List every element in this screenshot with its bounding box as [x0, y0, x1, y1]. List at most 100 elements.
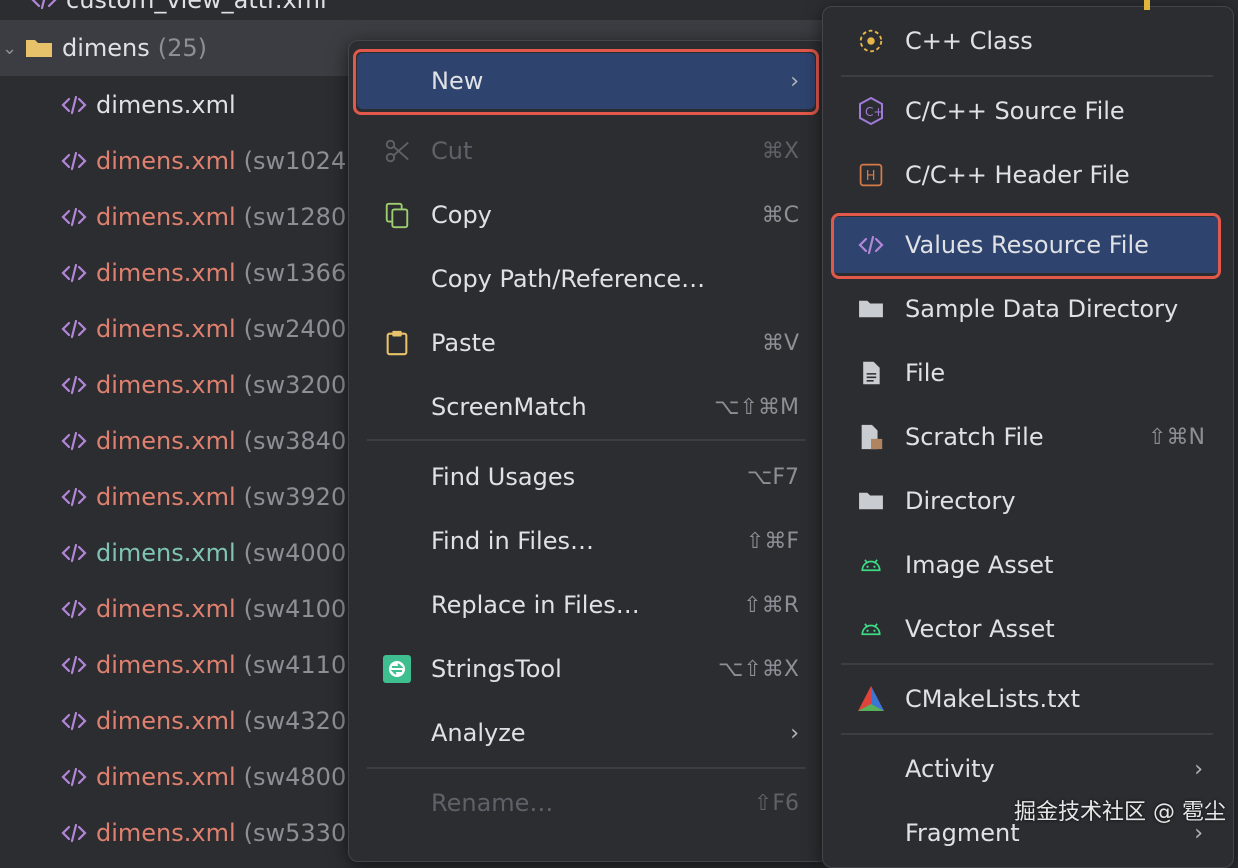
tree-file-row[interactable]: dimens.xml: [60, 77, 244, 133]
file-name: dimens.xml: [96, 539, 236, 567]
file-name: dimens.xml: [96, 315, 236, 343]
xml-file-icon: [60, 597, 88, 621]
submenu-item-activity[interactable]: Activity ›: [831, 741, 1221, 797]
menu-item-stringstool[interactable]: StringsTool ⌥⇧⌘X: [357, 641, 815, 697]
file-qualifier: (sw2400: [243, 315, 347, 343]
menu-item-find-in-files[interactable]: Find in Files… ⇧⌘F: [357, 513, 815, 569]
file-qualifier: (sw1024: [243, 147, 347, 175]
submenu-item-label: CMakeLists.txt: [905, 685, 1081, 713]
menu-separator: [367, 767, 805, 769]
folder-count: (25): [157, 34, 208, 62]
menu-item-label: Analyze: [431, 719, 526, 747]
submenu-item-c-c-header-file[interactable]: H C/C++ Header File: [831, 147, 1221, 203]
submenu-item-label: C/C++ Header File: [905, 161, 1130, 189]
menu-item-shortcut: ⌥⇧⌘M: [714, 394, 799, 420]
menu-item-label: Replace in Files…: [431, 591, 640, 619]
menu-item-new[interactable]: New ›: [357, 53, 815, 109]
menu-item-label: Copy: [431, 201, 492, 229]
tree-file-row[interactable]: dimens.xml (sw4800: [60, 749, 346, 805]
xml-file-icon: [60, 317, 88, 341]
submenu-separator: [841, 75, 1213, 77]
new-submenu: C++ Class C+ C/C++ Source File H C/C++ Heade…: [822, 6, 1234, 868]
submenu-separator: [841, 663, 1213, 665]
file-name: dimens.xml: [96, 651, 236, 679]
menu-item-shortcut: ⌘V: [761, 330, 799, 356]
file-qualifier: (sw1366: [243, 259, 347, 287]
xml-file-icon: [31, 0, 57, 10]
submenu-item-c-class[interactable]: C++ Class: [831, 13, 1221, 69]
tree-file-row[interactable]: dimens.xml (sw3840: [60, 413, 346, 469]
submenu-item-values-resource-file[interactable]: Values Resource File: [831, 217, 1221, 273]
file-name: dimens.xml: [96, 483, 236, 511]
menu-item-shortcut: ⌘C: [761, 202, 799, 228]
chevron-down-icon[interactable]: ⌄: [2, 38, 17, 59]
tree-file-row[interactable]: dimens.xml (sw2400: [60, 301, 346, 357]
xml-file-icon: [60, 485, 88, 509]
menu-item-copy[interactable]: Copy ⌘C: [357, 187, 815, 243]
svg-text:C+: C+: [865, 105, 883, 119]
menu-item-copy-path-reference[interactable]: Copy Path/Reference…: [357, 251, 815, 307]
submenu-item-label: Values Resource File: [905, 231, 1149, 259]
file-name: dimens.xml: [96, 819, 236, 847]
tree-file-row[interactable]: dimens.xml (sw1024: [60, 133, 346, 189]
file-qualifier: (sw3840: [243, 427, 347, 455]
file-name: dimens.xml: [96, 91, 236, 119]
submenu-item-vector-asset[interactable]: Vector Asset: [831, 601, 1221, 657]
folder-icon: [26, 40, 52, 57]
xml-file-icon: [60, 373, 88, 397]
tree-file-row[interactable]: dimens.xml (sw4000: [60, 525, 346, 581]
menu-item-replace-in-files[interactable]: Replace in Files… ⇧⌘R: [357, 577, 815, 633]
tree-file-row[interactable]: dimens.xml (sw3920: [60, 469, 346, 525]
xml-file-icon: [60, 205, 88, 229]
tree-file-row[interactable]: dimens.xml (sw1280: [60, 189, 346, 245]
menu-item-label: Find in Files…: [431, 527, 594, 555]
tree-file-row[interactable]: dimens.xml (sw4320: [60, 693, 346, 749]
stringstool-icon: [381, 653, 413, 685]
xml-file-icon: [60, 821, 88, 845]
file-name: dimens.xml: [96, 595, 236, 623]
tree-file-row[interactable]: dimens.xml (sw5330: [60, 805, 346, 861]
menu-item-shortcut: ⌥F7: [746, 464, 799, 490]
menu-item-analyze[interactable]: Analyze ›: [357, 705, 815, 761]
file-name: dimens.xml: [96, 707, 236, 735]
submenu-item-scratch-file[interactable]: Scratch File ⇧⌘N: [831, 409, 1221, 465]
submenu-item-c-c-source-file[interactable]: C+ C/C++ Source File: [831, 83, 1221, 139]
submenu-item-file[interactable]: File: [831, 345, 1221, 401]
menu-item-label: Paste: [431, 329, 496, 357]
menu-separator: [367, 439, 805, 441]
tree-file-row[interactable]: dimens.xml (sw4110: [60, 637, 346, 693]
menu-item-find-usages[interactable]: Find Usages ⌥F7: [357, 449, 815, 505]
menu-item-label: New: [431, 67, 484, 95]
tree-file-row[interactable]: dimens.xml (sw1366: [60, 245, 346, 301]
menu-item-label: StringsTool: [431, 655, 562, 683]
xml-file-icon: [60, 149, 88, 173]
file-icon: [855, 357, 887, 389]
tree-file-row[interactable]: dimens.xml (sw4100: [60, 581, 346, 637]
cpp-source-icon: C+: [855, 95, 887, 127]
file-qualifier: (sw3920: [243, 483, 347, 511]
file-name: dimens.xml: [96, 763, 236, 791]
scissors-icon: [381, 135, 413, 167]
menu-item-shortcut: ⌘X: [761, 138, 799, 164]
menu-item-shortcut: ⇧F6: [753, 790, 799, 816]
menu-item-cut[interactable]: Cut ⌘X: [357, 123, 815, 179]
menu-item-paste[interactable]: Paste ⌘V: [357, 315, 815, 371]
submenu-item-sample-data-directory[interactable]: Sample Data Directory: [831, 281, 1221, 337]
file-qualifier: (sw4800: [243, 763, 347, 791]
chevron-right-icon: ›: [1194, 756, 1203, 782]
folder-name: dimens: [62, 34, 150, 62]
submenu-item-directory[interactable]: Directory: [831, 473, 1221, 529]
menu-item-label: Cut: [431, 137, 473, 165]
file-qualifier: (sw4110: [243, 651, 347, 679]
clipboard-icon: [381, 327, 413, 359]
submenu-item-image-asset[interactable]: Image Asset: [831, 537, 1221, 593]
tree-file-row[interactable]: dimens.xml (sw3200: [60, 357, 346, 413]
menu-item-screenmatch[interactable]: ScreenMatch ⌥⇧⌘M: [357, 379, 815, 435]
file-name: dimens.xml: [96, 371, 236, 399]
submenu-item-cmakelists-txt[interactable]: CMakeLists.txt: [831, 671, 1221, 727]
file-name: dimens.xml: [96, 259, 236, 287]
copy-icon: [381, 199, 413, 231]
file-qualifier: (sw1280: [243, 203, 347, 231]
menu-item-label: Find Usages: [431, 463, 576, 491]
menu-item-rename[interactable]: Rename… ⇧F6: [357, 775, 815, 831]
